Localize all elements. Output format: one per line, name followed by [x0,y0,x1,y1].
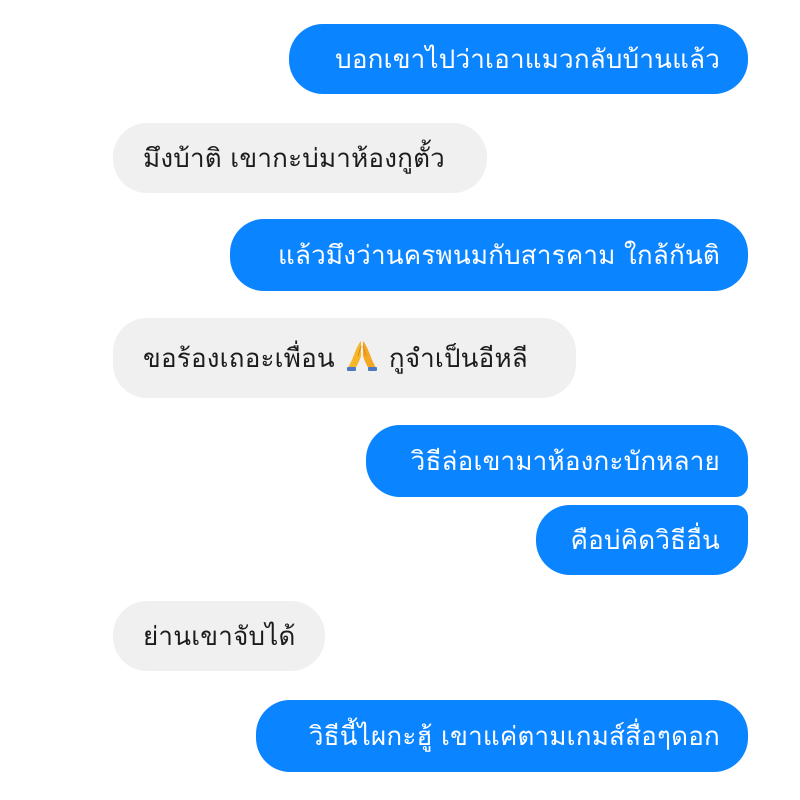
incoming-message-bubble[interactable]: ขอร้องเถอะเพื่อน กูจำเป็นอีหลี [113,318,576,398]
message-text-continued: กูจำเป็นอีหลี [388,343,528,374]
incoming-message-bubble[interactable]: มึงบ้าติ เขากะบ่มาห้องกูตั้ว [113,123,487,193]
message-text: วิธีนี้ไผกะฮู้ เขาแค่ตามเกมส์สื่อๆดอก [308,721,720,752]
outgoing-message-bubble[interactable]: วิธีล่อเขามาห้องกะบักหลาย [366,425,748,497]
message-text: คือบ่คิดวิธีอื่น [570,525,720,556]
outgoing-message-bubble[interactable]: แล้วมึงว่านครพนมกับสารคาม ใกล้กันติ [230,219,748,291]
message-text: ขอร้องเถอะเพื่อน [143,343,335,374]
outgoing-message-bubble[interactable]: วิธีนี้ไผกะฮู้ เขาแค่ตามเกมส์สื่อๆดอก [256,700,748,772]
folded-hands-icon [345,338,379,379]
message-text: มึงบ้าติ เขากะบ่มาห้องกูตั้ว [143,143,445,174]
message-text: บอกเขาไปว่าเอาแมวกลับบ้านแล้ว [335,44,720,75]
message-text: ย่านเขาจับได้ [143,621,296,652]
outgoing-message-bubble[interactable]: คือบ่คิดวิธีอื่น [536,505,748,575]
message-text: แล้วมึงว่านครพนมกับสารคาม ใกล้กันติ [278,240,720,271]
chat-thread: บอกเขาไปว่าเอาแมวกลับบ้านแล้ว มึงบ้าติ เ… [0,0,800,800]
outgoing-message-bubble[interactable]: บอกเขาไปว่าเอาแมวกลับบ้านแล้ว [289,24,748,94]
message-text: วิธีล่อเขามาห้องกะบักหลาย [410,446,720,477]
incoming-message-bubble[interactable]: ย่านเขาจับได้ [113,601,325,671]
